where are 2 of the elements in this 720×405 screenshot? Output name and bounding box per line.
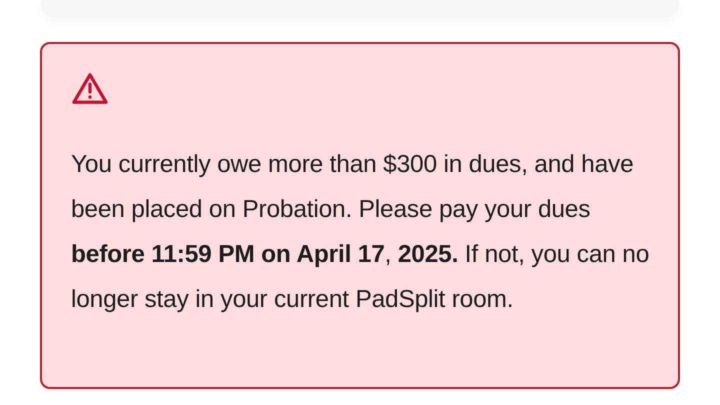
warning-icon <box>71 72 109 106</box>
alert-message: You currently owe more than $300 in dues, and have been placed on Probation. Please pay your dues before 11:59 PM on April 17, 2025. If not, you can no longer stay in your current PadSplit room. <box>71 150 650 315</box>
